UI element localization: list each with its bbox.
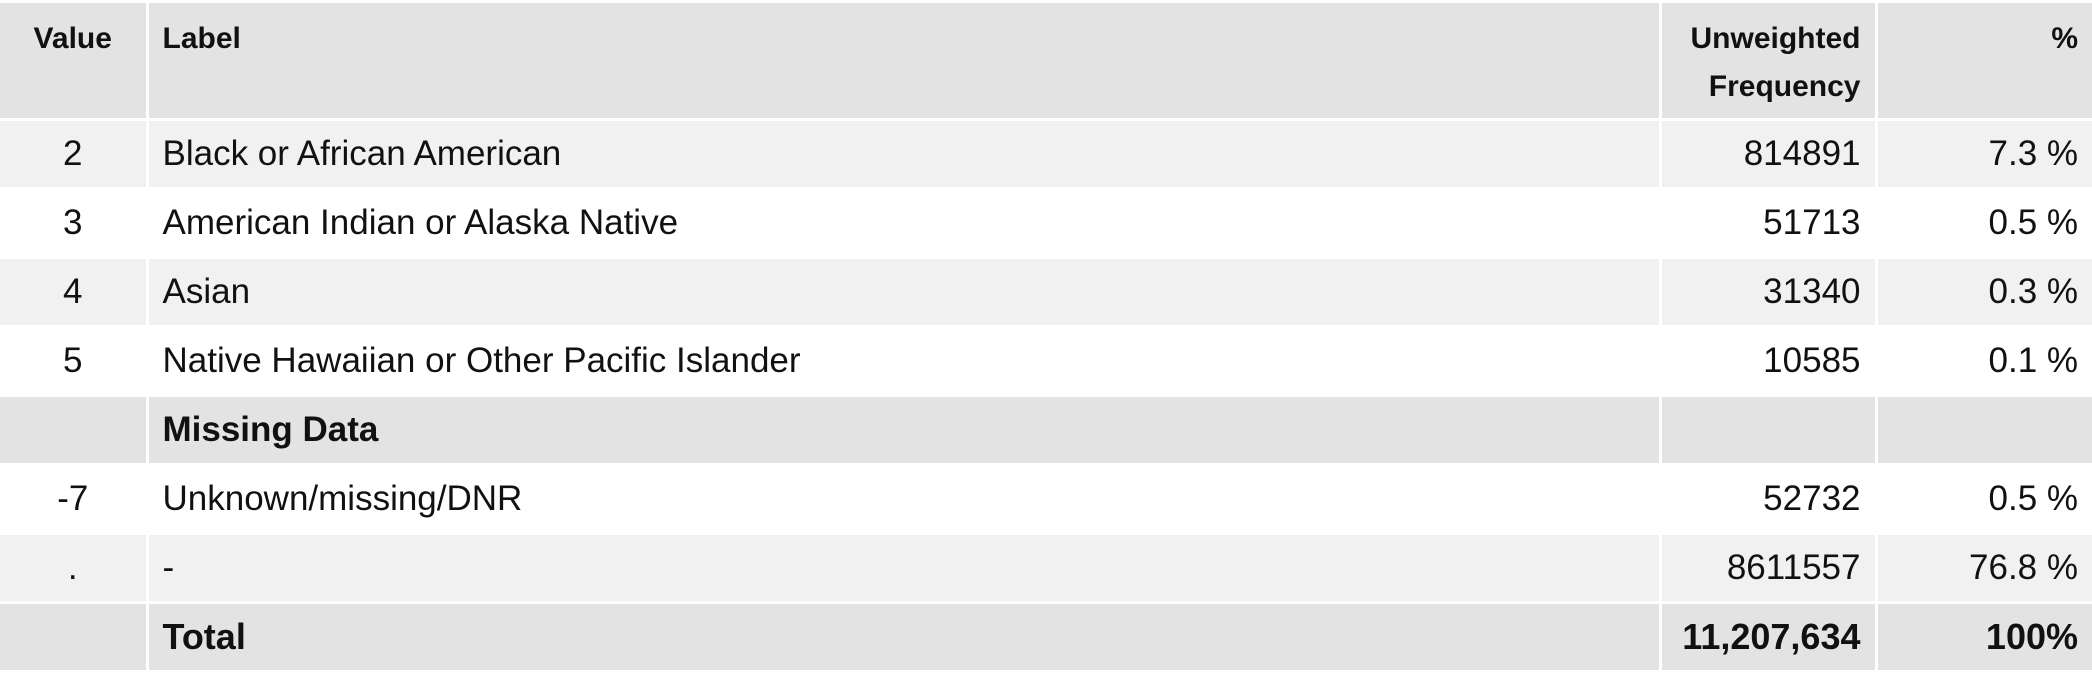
section-frequency-empty (1658, 394, 1878, 466)
missing-data-section-row: Missing Data (0, 394, 2092, 466)
table-row: 4 Asian 31340 0.3 % (0, 256, 2092, 328)
cell-percent: 0.5 % (1874, 463, 2092, 535)
header-frequency: Unweighted Frequency (1658, 0, 1878, 121)
cell-percent: 76.8 % (1874, 532, 2092, 604)
cell-percent: 7.3 % (1874, 118, 2092, 190)
total-frequency: 11,207,634 (1658, 601, 1878, 673)
cell-frequency: 8611557 (1658, 532, 1878, 604)
cell-label: Unknown/missing/DNR (145, 463, 1662, 535)
cell-percent: 0.3 % (1874, 256, 2092, 328)
cell-frequency: 31340 (1658, 256, 1878, 328)
cell-percent: 0.5 % (1874, 187, 2092, 259)
header-frequency-line1: Unweighted (1690, 22, 1861, 55)
cell-value: . (0, 532, 149, 604)
table-row: 3 American Indian or Alaska Native 51713… (0, 187, 2092, 259)
header-value: Value (0, 0, 149, 121)
table-row: . - 8611557 76.8 % (0, 532, 2092, 604)
cell-label: Native Hawaiian or Other Pacific Islande… (145, 325, 1662, 397)
cell-label: Asian (145, 256, 1662, 328)
cell-label: - (145, 532, 1662, 604)
cell-frequency: 51713 (1658, 187, 1878, 259)
cell-label: Black or African American (145, 118, 1662, 190)
cell-label: American Indian or Alaska Native (145, 187, 1662, 259)
table-row: 5 Native Hawaiian or Other Pacific Islan… (0, 325, 2092, 397)
cell-frequency: 52732 (1658, 463, 1878, 535)
header-label: Label (145, 0, 1662, 121)
table-row: -7 Unknown/missing/DNR 52732 0.5 % (0, 463, 2092, 535)
section-percent-empty (1874, 394, 2092, 466)
total-label: Total (145, 601, 1662, 673)
cell-value: 5 (0, 325, 149, 397)
cell-value: 2 (0, 118, 149, 190)
cell-frequency: 10585 (1658, 325, 1878, 397)
header-frequency-line2: Frequency (1708, 70, 1861, 103)
cell-percent: 0.1 % (1874, 325, 2092, 397)
header-row: Value Label Unweighted Frequency % (0, 0, 2092, 121)
cell-value: -7 (0, 463, 149, 535)
cell-value: 4 (0, 256, 149, 328)
total-percent: 100% (1874, 601, 2092, 673)
total-row: Total 11,207,634 100% (0, 601, 2092, 673)
section-title: Missing Data (145, 394, 1662, 466)
table-row: 2 Black or African American 814891 7.3 % (0, 118, 2092, 190)
cell-frequency: 814891 (1658, 118, 1878, 190)
cell-value: 3 (0, 187, 149, 259)
header-percent: % (1874, 0, 2092, 121)
total-value-empty (0, 601, 149, 673)
frequency-table: Value Label Unweighted Frequency % 2 Blac… (0, 0, 2092, 673)
section-value-empty (0, 394, 149, 466)
